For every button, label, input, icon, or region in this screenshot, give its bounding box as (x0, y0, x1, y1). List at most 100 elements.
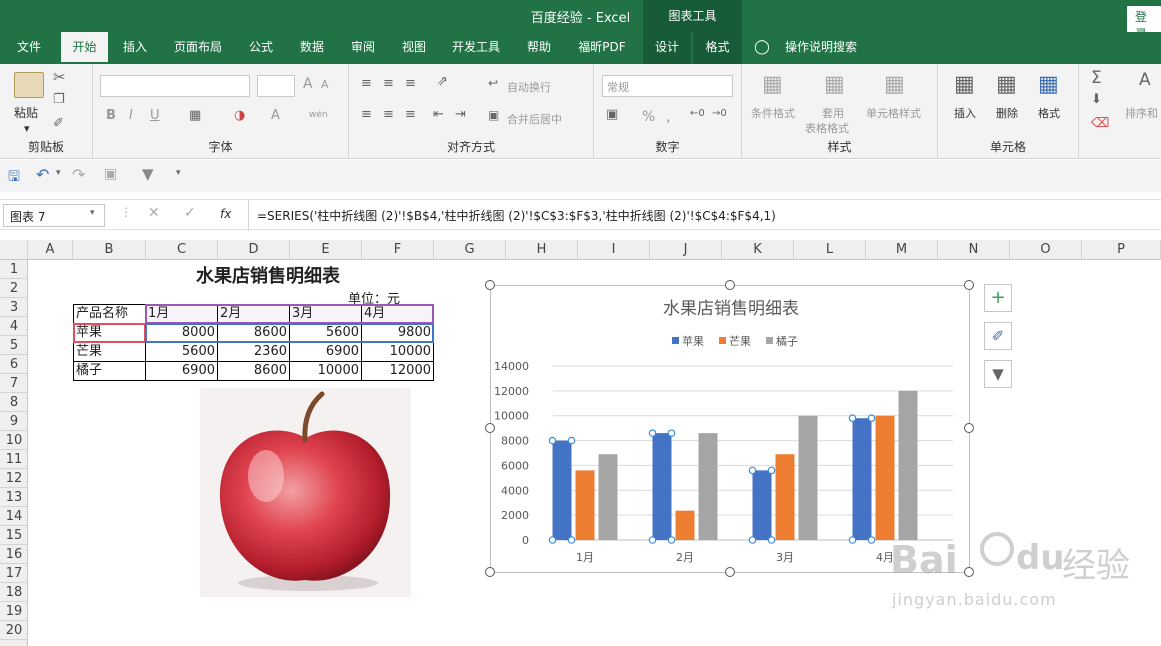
format-cells-button[interactable]: 格式 (1038, 105, 1060, 121)
column-header[interactable]: P (1082, 240, 1161, 260)
phonetic-button[interactable]: wén (309, 110, 328, 120)
series-selection-handle[interactable] (867, 536, 876, 544)
row-header[interactable]: 19 (0, 602, 28, 621)
row-header[interactable]: 14 (0, 507, 28, 526)
align-middle-icon[interactable]: ≡ (383, 76, 394, 91)
fill-icon[interactable]: ⬇ (1091, 92, 1102, 107)
currency-icon[interactable]: ▣ (606, 107, 618, 122)
cut-icon[interactable]: ✂ (53, 68, 66, 86)
delete-cells-icon[interactable]: ▦ (996, 72, 1017, 97)
column-header[interactable]: O (1010, 240, 1082, 260)
copy-icon[interactable]: ❐ (53, 92, 65, 107)
x-axis-labels[interactable]: 1月 2月 3月 4月 (576, 551, 894, 564)
y-axis-labels[interactable]: 0 2000 4000 6000 8000 10000 12000 14000 (494, 360, 529, 547)
bar-橘子-3月[interactable] (798, 415, 818, 540)
row-header[interactable]: 18 (0, 583, 28, 602)
row-header[interactable]: 11 (0, 450, 28, 469)
cancel-icon[interactable]: ✕ (148, 205, 160, 221)
tab-page-layout[interactable]: 页面布局 (162, 32, 234, 64)
row-header[interactable]: 10 (0, 431, 28, 450)
align-center-icon[interactable]: ≡ (383, 107, 394, 122)
bar-芒果-2月[interactable] (675, 510, 695, 540)
column-header[interactable]: B (73, 240, 146, 260)
series-selection-handle[interactable] (548, 536, 557, 544)
series-selection-handle[interactable] (748, 466, 757, 475)
align-top-icon[interactable]: ≡ (361, 76, 372, 91)
table-cell[interactable]: 5600 (146, 343, 217, 361)
column-header[interactable]: K (722, 240, 794, 260)
tab-data[interactable]: 数据 (288, 32, 336, 64)
chart-elements-button[interactable]: + (984, 284, 1012, 312)
bar-橘子-4月[interactable] (898, 390, 918, 540)
series-selection-handle[interactable] (667, 429, 676, 437)
table-header-cell[interactable]: 2月 (220, 305, 241, 323)
insert-function-button[interactable]: fx (220, 207, 231, 221)
undo-icon[interactable]: ↶ (36, 165, 49, 184)
undo-dropdown-icon[interactable]: ▾ (56, 168, 61, 178)
bar-橘子-1月[interactable] (598, 454, 618, 540)
paste-button-label[interactable]: 粘贴 (14, 104, 38, 121)
decrease-decimal-icon[interactable]: →0 (712, 108, 727, 119)
format-table-line2[interactable]: 表格格式 (805, 120, 849, 136)
legend-label[interactable]: 苹果 (682, 334, 704, 348)
table-cell[interactable]: 8000 (146, 324, 217, 342)
resize-handle[interactable] (725, 567, 735, 577)
row-header[interactable]: 7 (0, 374, 28, 393)
series-selection-handle[interactable] (748, 536, 757, 544)
chart-filter-icon[interactable]: ▼ (984, 360, 1012, 388)
cell-styles-button[interactable]: 单元格样式 (866, 105, 921, 121)
wrap-text-icon[interactable]: ↩ (488, 76, 498, 90)
save-icon[interactable]: 🖫 (8, 166, 20, 190)
decrease-indent-icon[interactable]: ⇤ (433, 107, 444, 122)
series-selection-handle[interactable] (667, 536, 676, 544)
resize-handle[interactable] (964, 280, 974, 290)
align-left-icon[interactable]: ≡ (361, 107, 372, 122)
select-all-corner[interactable] (0, 240, 28, 260)
table-header-cell[interactable]: 3月 (292, 305, 313, 323)
table-cell[interactable]: 6900 (146, 362, 217, 380)
resize-handle[interactable] (485, 567, 495, 577)
increase-decimal-icon[interactable]: ←0 (690, 108, 705, 119)
conditional-format-icon[interactable]: ▦ (762, 72, 783, 97)
tab-formulas[interactable]: 公式 (236, 32, 286, 64)
table-header-cell[interactable]: 产品名称 (76, 305, 128, 323)
resize-handle[interactable] (485, 423, 495, 433)
border-icon[interactable]: ▦ (189, 108, 201, 123)
row-header[interactable]: 16 (0, 545, 28, 564)
column-header[interactable]: A (28, 240, 73, 260)
bar-苹果-3月[interactable] (752, 470, 772, 540)
table-cell[interactable]: 橘子 (76, 362, 102, 380)
insert-cells-button[interactable]: 插入 (954, 105, 976, 121)
clear-icon[interactable]: ⌫ (1091, 116, 1109, 131)
sort-icon[interactable]: A (1139, 70, 1151, 90)
format-table-icon[interactable]: ▦ (824, 72, 845, 97)
column-header[interactable]: M (866, 240, 938, 260)
row-header[interactable]: 1 (0, 260, 28, 279)
column-header[interactable]: H (506, 240, 578, 260)
tab-review[interactable]: 审阅 (338, 32, 388, 64)
chart-styles-brush-icon[interactable]: ✐ (984, 322, 1012, 350)
column-header[interactable]: G (434, 240, 506, 260)
series-selection-handle[interactable] (867, 414, 876, 423)
bar-苹果-4月[interactable] (852, 418, 872, 540)
table-cell[interactable]: 10000 (362, 343, 433, 361)
tab-chart-format[interactable]: 格式 (693, 32, 742, 64)
column-header[interactable]: I (578, 240, 650, 260)
chart-title[interactable]: 水果店销售明细表 (663, 299, 799, 319)
tab-insert[interactable]: 插入 (110, 32, 160, 64)
formula-input[interactable]: =SERIES('柱中折线图 (2)'!$B$4,'柱中折线图 (2)'!$C$… (257, 207, 776, 224)
percent-button[interactable]: % (642, 109, 655, 125)
table-cell[interactable]: 8600 (218, 362, 289, 380)
table-cell[interactable]: 苹果 (76, 324, 102, 342)
legend-label[interactable]: 芒果 (729, 335, 751, 348)
tab-developer[interactable]: 开发工具 (440, 32, 512, 64)
series-selection-handle[interactable] (567, 436, 576, 445)
column-header[interactable]: J (650, 240, 722, 260)
series-selection-handle[interactable] (548, 436, 557, 445)
sheet-title[interactable]: 水果店销售明细表 (168, 262, 368, 288)
column-header[interactable]: E (290, 240, 362, 260)
paste-dropdown-icon[interactable]: ▾ (24, 122, 30, 135)
resize-handle[interactable] (485, 280, 495, 290)
increase-indent-icon[interactable]: ⇥ (455, 107, 466, 122)
format-table-line1[interactable]: 套用 (822, 105, 844, 121)
